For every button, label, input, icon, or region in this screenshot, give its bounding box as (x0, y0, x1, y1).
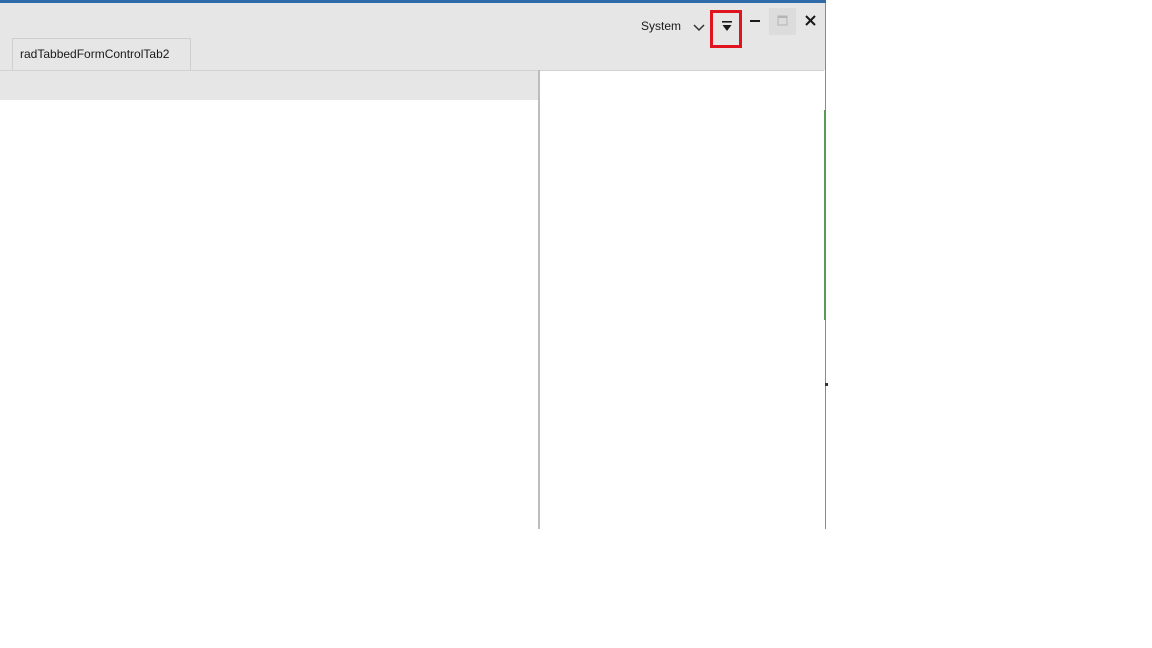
maximize-icon (777, 15, 788, 26)
quick-access-dropdown-button[interactable] (710, 10, 742, 48)
title-bar: radTabbedFormControlTab2 System (0, 3, 825, 70)
close-button[interactable] (800, 9, 822, 33)
minimize-button[interactable] (744, 9, 766, 33)
theme-dropdown-button[interactable] (691, 18, 707, 36)
left-panel-header (0, 70, 539, 100)
maximize-button[interactable] (769, 8, 796, 35)
tab-label: radTabbedFormControlTab2 (20, 47, 170, 61)
chevron-down-icon (693, 24, 705, 32)
window-edge-mark (825, 383, 828, 386)
close-icon (805, 15, 816, 26)
theme-label: System (641, 19, 682, 33)
window-edge-line (824, 110, 826, 320)
minimize-icon (750, 20, 760, 22)
tab-radtabbedformcontroltab2[interactable]: radTabbedFormControlTab2 (12, 38, 191, 70)
form-window: radTabbedFormControlTab2 System (0, 0, 826, 529)
right-content-panel (540, 70, 824, 529)
dropdown-arrow-icon (722, 21, 732, 31)
left-content-panel (0, 100, 539, 529)
